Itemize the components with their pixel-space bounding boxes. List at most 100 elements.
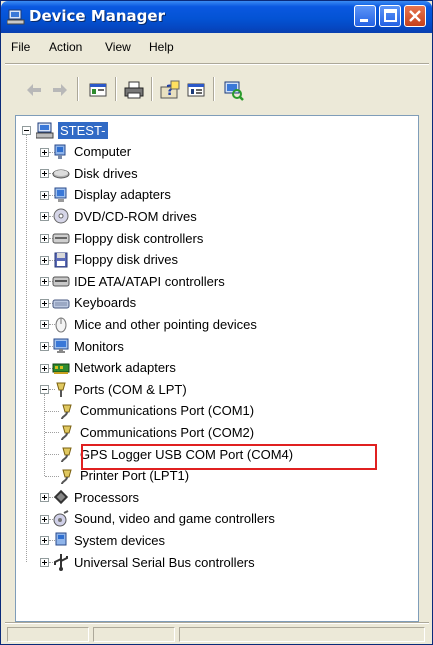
back-button[interactable] [23,79,45,101]
tree-item-display-adapters-label: Display adapters [74,187,171,203]
status-cell-2 [93,627,175,642]
tree-item-system-devices-expander[interactable] [40,536,49,546]
back-arrow-icon [27,84,41,96]
tree-item-display-adapters-expander[interactable] [40,190,49,200]
tree-item-printer-port-lpt1-label: Printer Port (LPT1) [80,468,190,484]
close-button[interactable] [404,5,426,27]
tree-item-communications-port-com2[interactable]: Communications Port (COM2) [58,422,254,442]
root-expander[interactable] [22,126,31,135]
processor-icon [53,490,69,505]
menu-file[interactable]: File [11,40,30,54]
tree-item-computer-expander[interactable] [40,147,49,157]
tree-item-computer[interactable]: Computer [52,142,131,162]
tree-item-keyboards[interactable]: Keyboards [52,293,136,313]
tree-item-ide-ata-atapi-controllers-label: IDE ATA/ATAPI controllers [74,273,225,289]
device-manager-icon [7,9,25,25]
tree-item-communications-port-com1-label: Communications Port (COM1) [80,403,255,419]
tree-item-processors-expander[interactable] [40,493,49,503]
floppy-controller-icon [52,233,70,244]
tree-item-floppy-disk-drives-label: Floppy disk drives [74,252,179,268]
tree-item-keyboards-expander[interactable] [40,298,49,308]
tree-root[interactable]: STEST- [36,120,108,140]
tree-item-dvd-cd-rom-drives-expander[interactable] [40,212,49,222]
tree-item-system-devices[interactable]: System devices [52,530,165,550]
root-computer-icon [36,122,54,139]
tree-item-floppy-disk-controllers[interactable]: Floppy disk controllers [52,228,203,248]
tree-item-system-devices-label: System devices [74,532,166,548]
floppy-drive-icon [54,252,68,268]
tree-item-communications-port-com2-label: Communications Port (COM2) [80,424,255,440]
scan-hardware-icon [224,81,244,101]
view-button[interactable] [185,79,207,101]
highlight-box [81,444,377,470]
tree-item-universal-serial-bus-controllers[interactable]: Universal Serial Bus controllers [52,552,255,572]
tree-item-computer-label: Computer [74,144,132,160]
print-button[interactable] [123,79,145,101]
tree-item-processors[interactable]: Processors [52,487,139,507]
disk-drive-icon [52,169,70,179]
forward-button[interactable] [49,79,71,101]
tree-item-keyboards-label: Keyboards [74,295,137,311]
port-child-icon [61,469,72,484]
status-cell-1 [7,627,89,642]
monitor-icon [53,338,69,353]
network-adapter-icon [52,363,70,374]
tree-item-network-adapters-label: Network adapters [74,360,176,376]
tree-item-universal-serial-bus-controllers-label: Universal Serial Bus controllers [74,554,255,570]
system-device-icon [55,532,67,546]
tree-item-sound-video-and-game-controllers-label: Sound, video and game controllers [74,511,275,527]
window-title: Device Manager [29,7,165,25]
tree-item-mice-and-other-pointing-devices-expander[interactable] [40,320,49,330]
tree-item-dvd-cd-rom-drives-label: DVD/CD-ROM drives [74,208,197,224]
tree-item-ide-ata-atapi-controllers-expander[interactable] [40,277,49,287]
device-tree[interactable]: STEST- Computer Disk drives Display adapter… [15,115,419,622]
computer-icon [54,144,66,159]
tree-item-ports-com-lpt[interactable]: Ports (COM & LPT) [52,379,187,399]
tree-item-ports-com-lpt-label: Ports (COM & LPT) [74,381,187,397]
title-bar[interactable]: Device Manager [1,1,432,33]
tree-item-dvd-cd-rom-drives[interactable]: DVD/CD-ROM drives [52,206,197,226]
usb-icon [54,554,68,571]
mouse-icon [55,317,67,333]
ide-controller-icon [52,276,70,287]
tree-item-communications-port-com1[interactable]: Communications Port (COM1) [58,401,254,421]
properties-button[interactable] [87,79,109,101]
tree-item-disk-drives-expander[interactable] [40,169,49,179]
tree-item-mice-and-other-pointing-devices-label: Mice and other pointing devices [74,316,257,332]
tree-item-network-adapters-expander[interactable] [40,363,49,373]
printer-icon [124,81,144,99]
scan-hardware-button[interactable] [223,79,245,101]
sound-icon [53,509,69,527]
help-icon: ? [160,80,180,99]
tree-item-mice-and-other-pointing-devices[interactable]: Mice and other pointing devices [52,314,257,334]
tree-item-floppy-disk-drives[interactable]: Floppy disk drives [52,250,178,270]
tree-item-network-adapters[interactable]: Network adapters [52,358,176,378]
port-child-icon [61,404,72,420]
menu-view[interactable]: View [105,40,131,54]
help-button[interactable]: ? [159,79,181,101]
status-bar [5,625,429,643]
tree-item-ports-com-lpt-expander[interactable] [40,385,49,395]
menu-help[interactable]: Help [149,40,174,54]
menu-action[interactable]: Action [49,40,82,54]
close-icon [409,10,421,22]
tree-item-sound-video-and-game-controllers-expander[interactable] [40,514,49,524]
tree-item-floppy-disk-drives-expander[interactable] [40,255,49,265]
properties-icon [89,83,107,97]
tree-item-display-adapters[interactable]: Display adapters [52,185,171,205]
tree-item-floppy-disk-controllers-expander[interactable] [40,234,49,243]
tree-item-monitors[interactable]: Monitors [52,336,124,356]
minimize-button[interactable] [354,5,376,27]
cdrom-icon [53,208,69,224]
device-manager-window: Device Manager File Action View Help ? S… [0,0,433,645]
tree-item-ide-ata-atapi-controllers[interactable]: IDE ATA/ATAPI controllers [52,271,225,291]
keyboard-icon [52,299,70,309]
tree-item-disk-drives[interactable]: Disk drives [52,163,138,183]
maximize-button[interactable] [379,5,401,27]
tree-item-floppy-disk-controllers-label: Floppy disk controllers [74,230,204,246]
tree-item-sound-video-and-game-controllers[interactable]: Sound, video and game controllers [52,509,275,529]
minimize-icon [360,19,368,22]
tree-item-monitors-expander[interactable] [40,342,49,351]
tree-item-universal-serial-bus-controllers-expander[interactable] [40,558,49,567]
view-icon [187,83,205,97]
